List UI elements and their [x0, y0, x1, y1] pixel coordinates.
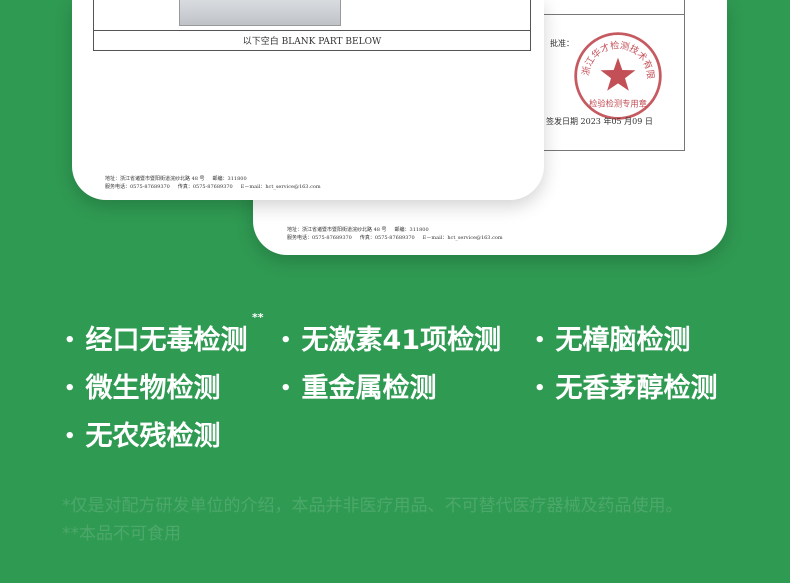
bullet-icon: •	[64, 426, 76, 447]
feature-label: 无农残检测	[85, 421, 221, 452]
feature-item: • 微生物检测	[64, 373, 221, 405]
feature-item: • 无樟脑检测	[534, 325, 691, 357]
bullet-icon: •	[64, 330, 76, 351]
feature-item: • 无激素41项检测	[280, 325, 501, 357]
issue-date: 签发日期 2023 年05 月09 日	[546, 117, 653, 126]
approve-label: 批准：	[550, 39, 574, 48]
feature-item: • 无农残检测	[64, 421, 221, 453]
report-footer-back: 地址：浙江省诸暨市暨阳街道浣纱北路 48 号邮编：311800 服务电话：057…	[287, 226, 511, 242]
report-footer-front: 地址：浙江省诸暨市暨阳街道浣纱北路 48 号邮编：311800 服务电话：057…	[105, 175, 329, 191]
disclaimer-line: **本品不可食用	[62, 524, 181, 544]
bullet-icon: •	[280, 378, 292, 399]
feature-label: 重金属检测	[301, 373, 437, 404]
feature-label: 经口无毒检测	[85, 325, 248, 356]
footer-address-line: 地址：浙江省诸暨市暨阳街道浣纱北路 48 号邮编：311800	[105, 176, 247, 182]
report-table: 以下空白 BLANK PART BELOW	[93, 0, 531, 51]
disclaimer-line: *仅是对配方研发单位的介绍，本品并非医疗用品、不可替代医疗器械及药品使用。	[62, 496, 683, 516]
feature-label: 微生物检测	[85, 373, 221, 404]
feature-item: • 重金属检测	[280, 373, 437, 405]
bullet-icon: •	[534, 330, 546, 351]
official-seal-icon: 浙江华才检测技术有限公司 检验检测专用章	[572, 30, 662, 120]
bullet-icon: •	[280, 330, 292, 351]
bullet-icon: •	[64, 378, 76, 399]
bullet-icon: •	[534, 378, 546, 399]
footer-contact-line: 服务电话：0575-87689370 传真：0575-87689370 E－mail…	[287, 235, 503, 241]
table-divider	[94, 30, 530, 31]
sample-photo	[179, 0, 341, 26]
footer-address-line: 地址：浙江省诸暨市暨阳街道浣纱北路 48 号邮编：311800	[287, 227, 429, 233]
test-report-page-front: 以下空白 BLANK PART BELOW 地址：浙江省诸暨市暨阳街道浣纱北路 …	[72, 0, 544, 200]
feature-label: 无香茅醇检测	[555, 373, 718, 404]
seal-bottom-text: 检验检测专用章	[589, 98, 647, 108]
table-divider	[544, 14, 684, 15]
footer-contact-line: 服务电话：0575-87689370 传真：0575-87689370 E－mail…	[105, 184, 321, 190]
footnote-mark: **	[252, 311, 264, 324]
feature-label: 无樟脑检测	[555, 325, 691, 356]
blank-part-note: 以下空白 BLANK PART BELOW	[242, 37, 382, 47]
feature-item: • 经口无毒检测	[64, 325, 248, 357]
feature-label: 无激素41项检测	[301, 325, 502, 356]
feature-item: • 无香茅醇检测	[534, 373, 718, 405]
signature-section: 批准： 浙江华才检测技术有限公司 检验检测专用章 签发日期 2023 年05 月…	[543, 0, 685, 151]
